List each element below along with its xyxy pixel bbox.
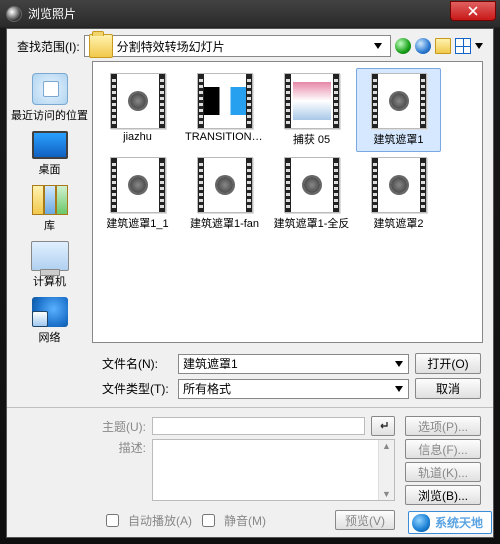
filetype-label: 文件类型(T): (102, 380, 172, 397)
track-button[interactable]: 轨道(K)... (405, 462, 481, 482)
meta-left: 主题(U): 描述: ▲▼ 自动播放(A) (102, 416, 395, 530)
filename-row: 文件名(N): 建筑遮罩1 打开(O) (102, 353, 481, 374)
file-thumbnail (284, 73, 340, 129)
chevron-down-icon[interactable] (391, 356, 406, 372)
options-button[interactable]: 选项(P)... (405, 416, 481, 436)
view-icon[interactable] (455, 38, 471, 54)
dialog-window: 浏览照片 查找范围(I): 分割特效转场幻灯片 (0, 0, 500, 544)
desktop-icon (32, 131, 68, 159)
file-item[interactable]: 建筑遮罩1-fan (182, 152, 267, 236)
file-name: 建筑遮罩1-全反 (272, 215, 351, 231)
sidebar-item-label: 网络 (39, 329, 61, 345)
autoplay-checkbox[interactable] (106, 514, 119, 527)
file-name: 建筑遮罩1_1 (98, 215, 177, 231)
scrollbar[interactable]: ▲▼ (378, 440, 394, 500)
sidebar-item-label: 库 (44, 217, 55, 233)
filename-combo[interactable]: 建筑遮罩1 (178, 354, 409, 374)
file-name: 捕获 05 (272, 131, 351, 147)
file-name: jiazhu (98, 131, 177, 143)
file-name: 建筑遮罩1 (359, 131, 438, 147)
back-icon[interactable] (395, 38, 411, 54)
watermark: 系统天地 (408, 511, 492, 534)
library-icon (32, 185, 68, 215)
filetype-row: 文件类型(T): 所有格式 取消 (102, 378, 481, 399)
mute-checkbox[interactable] (202, 514, 215, 527)
new-folder-icon[interactable] (435, 38, 451, 54)
chevron-down-icon[interactable] (391, 381, 406, 397)
file-item[interactable]: jiazhu (95, 68, 180, 152)
sidebar-item-network[interactable]: 网络 (7, 295, 92, 347)
preview-button[interactable]: 预览(V) (335, 510, 395, 530)
mute-label: 静音(M) (224, 512, 266, 529)
file-item[interactable]: 建筑遮罩1-全反 (269, 152, 354, 236)
file-thumbnail (371, 73, 427, 129)
file-thumbnail (284, 157, 340, 213)
subject-input[interactable] (152, 417, 365, 435)
subject-label: 主题(U): (102, 418, 146, 435)
file-list[interactable]: jiazhu TRANSITION 13 捕获 05 建筑遮罩1 建筑遮罩1_1 建筑遮… (92, 61, 483, 343)
file-thumbnail (110, 73, 166, 129)
filetype-value: 所有格式 (183, 380, 391, 397)
sidebar-item-recent[interactable]: 最近访问的位置 (7, 71, 92, 125)
main-area: 最近访问的位置 桌面 库 计算机 网络 (7, 61, 493, 347)
lookin-label: 查找范围(I): (17, 38, 80, 55)
bottom-panel: 文件名(N): 建筑遮罩1 打开(O) 文件类型(T): 所有格式 取消 (7, 347, 493, 536)
chevron-down-icon[interactable] (370, 38, 386, 54)
dialog-body: 查找范围(I): 分割特效转场幻灯片 最近访问的位置 (6, 28, 494, 538)
folder-icon (89, 34, 113, 58)
file-name: 建筑遮罩2 (359, 215, 438, 231)
description-textarea[interactable]: ▲▼ (152, 439, 395, 501)
app-icon (6, 6, 22, 22)
sidebar-item-library[interactable]: 库 (7, 183, 92, 235)
file-thumbnail (197, 157, 253, 213)
file-item[interactable]: TRANSITION 13 (182, 68, 267, 152)
autoplay-label: 自动播放(A) (128, 512, 192, 529)
file-name: TRANSITION 13 (185, 131, 264, 143)
file-item[interactable]: 捕获 05 (269, 68, 354, 152)
file-thumbnail (110, 157, 166, 213)
file-item[interactable]: 建筑遮罩2 (356, 152, 441, 236)
network-icon (32, 297, 68, 327)
file-item[interactable]: 建筑遮罩1 (356, 68, 441, 152)
sidebar-item-desktop[interactable]: 桌面 (7, 129, 92, 179)
enter-button[interactable] (371, 416, 395, 436)
sidebar-item-label: 最近访问的位置 (11, 107, 88, 123)
lookin-combo[interactable]: 分割特效转场幻灯片 (84, 35, 391, 57)
recent-icon (32, 73, 68, 105)
file-thumbnail (371, 157, 427, 213)
lookin-value: 分割特效转场幻灯片 (117, 38, 366, 55)
window-title: 浏览照片 (28, 5, 450, 22)
cancel-button[interactable]: 取消 (415, 378, 481, 399)
close-button[interactable] (450, 1, 496, 21)
chevron-down-icon[interactable] (475, 43, 483, 49)
file-name: 建筑遮罩1-fan (185, 215, 264, 231)
file-item[interactable]: 建筑遮罩1_1 (95, 152, 180, 236)
sidebar-item-computer[interactable]: 计算机 (7, 239, 92, 291)
filename-label: 文件名(N): (102, 355, 172, 372)
titlebar[interactable]: 浏览照片 (0, 0, 500, 28)
lookin-row: 查找范围(I): 分割特效转场幻灯片 (7, 29, 493, 61)
desc-label: 描述: (102, 439, 146, 456)
open-button[interactable]: 打开(O) (415, 353, 481, 374)
up-icon[interactable] (415, 38, 431, 54)
sidebar-item-label: 桌面 (39, 161, 61, 177)
browse-button[interactable]: 浏览(B)... (405, 485, 481, 505)
info-button[interactable]: 信息(F)... (405, 439, 481, 459)
filename-value: 建筑遮罩1 (183, 355, 391, 372)
file-thumbnail (197, 73, 253, 129)
filetype-combo[interactable]: 所有格式 (178, 379, 409, 399)
checks-row: 自动播放(A) 静音(M) 预览(V) (102, 504, 395, 530)
separator (7, 407, 493, 408)
places-sidebar: 最近访问的位置 桌面 库 计算机 网络 (7, 61, 92, 347)
computer-icon (31, 241, 69, 271)
